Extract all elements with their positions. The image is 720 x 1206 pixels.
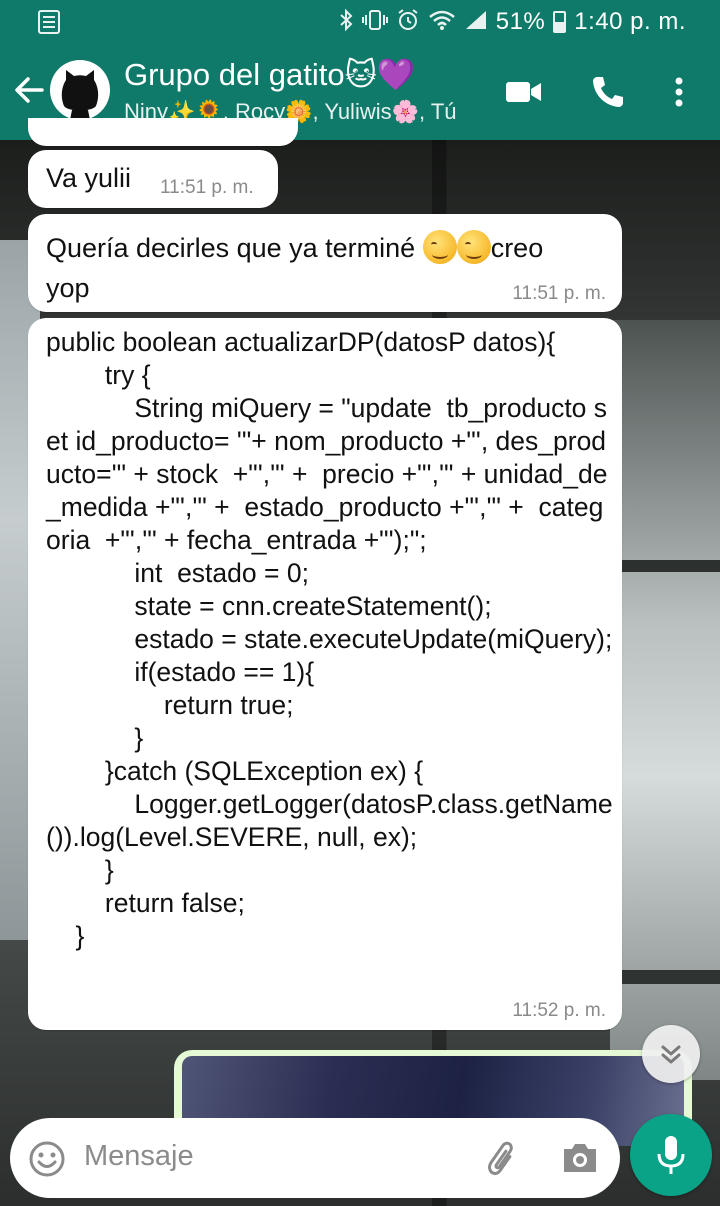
notification-icon [38,10,60,34]
message-bubble[interactable]: public boolean actualizarDP(datosP datos… [28,318,622,1030]
voice-record-button[interactable] [630,1114,712,1196]
signal-icon [464,9,488,35]
vibrate-icon [361,8,388,36]
more-options-icon[interactable] [664,72,694,112]
microphone-icon [652,1134,690,1176]
message-input[interactable]: Mensaje [84,1140,194,1173]
back-arrow-icon[interactable] [12,72,48,108]
relieved-face-emoji-icon [422,230,457,264]
battery-percent: 51% [495,8,546,35]
message-bubble[interactable]: Va yulii 11:51 p. m. [28,150,278,208]
group-avatar[interactable] [50,60,110,120]
message-time: 11:51 p. m. [512,283,606,304]
double-chevron-down-icon [661,1045,681,1064]
previous-message-edge [28,118,298,146]
alarm-icon [396,8,420,36]
camera-icon[interactable] [560,1140,600,1176]
message-time: 11:52 p. m. [512,1000,606,1021]
message-time: 11:51 p. m. [160,177,254,198]
message-bubble[interactable]: Quería decirles que ya terminé creo yop 1… [28,214,622,312]
wifi-icon [428,9,456,35]
message-text: Va yulii [46,163,132,193]
group-title[interactable]: Grupo del gatito🐱💜 [124,56,416,93]
phone-call-icon[interactable] [588,72,628,112]
clock: 1:40 p. m. [574,8,686,35]
emoji-icon[interactable] [28,1140,66,1178]
bluetooth-icon [338,8,354,36]
video-call-icon[interactable] [504,72,544,112]
message-text: public boolean actualizarDP(datosP datos… [46,327,613,951]
message-compose-bar[interactable]: Mensaje [10,1118,620,1198]
smiling-face-emoji-icon [456,230,491,264]
status-bar: 51% 1:40 p. m. [0,0,720,44]
battery-icon [553,11,567,33]
attach-clip-icon[interactable] [482,1138,522,1178]
scroll-to-bottom-button[interactable] [642,1025,700,1083]
